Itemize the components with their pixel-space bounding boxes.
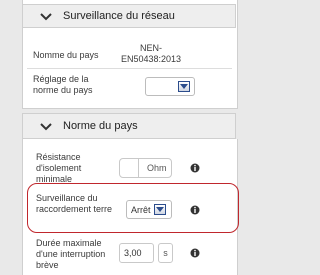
country-setting-label: Réglage de la norme du pays bbox=[33, 74, 93, 95]
max-interruption-label: Durée maximale d'une interruption brève bbox=[36, 238, 106, 270]
network-monitoring-header[interactable]: Surveillance du réseau bbox=[22, 4, 236, 28]
chevron-down-icon[interactable] bbox=[39, 10, 53, 24]
country-name-label: Nomme du pays bbox=[33, 50, 99, 60]
chevron-down-icon[interactable] bbox=[39, 120, 53, 134]
divider bbox=[27, 68, 232, 69]
insulation-label: Résistance d'isolement minimale bbox=[36, 152, 82, 184]
info-icon[interactable] bbox=[190, 163, 200, 173]
info-icon[interactable] bbox=[190, 248, 200, 258]
country-name-value: NEN-EN50438:2013 bbox=[120, 43, 182, 64]
country-setting-select[interactable] bbox=[145, 77, 195, 96]
insulation-input[interactable]: Ohm bbox=[119, 158, 172, 178]
insulation-unit: Ohm bbox=[147, 163, 167, 173]
separator bbox=[138, 159, 139, 177]
earth-monitoring-label: Surveillance du raccordement terre bbox=[36, 193, 113, 214]
earth-monitoring-value: Arrêt bbox=[131, 205, 151, 215]
max-interruption-unit: s bbox=[158, 243, 173, 263]
screen: Surveillance du réseau Nomme du pays NEN… bbox=[0, 0, 250, 275]
country-standard-header[interactable]: Norme du pays bbox=[22, 113, 236, 139]
earth-monitoring-select[interactable]: Arrêt bbox=[126, 200, 172, 219]
dropdown-arrow-icon[interactable] bbox=[154, 204, 166, 215]
info-icon[interactable] bbox=[190, 205, 200, 215]
max-interruption-input[interactable]: 3,00 bbox=[119, 243, 154, 263]
country-standard-title: Norme du pays bbox=[63, 120, 138, 132]
dropdown-arrow-icon[interactable] bbox=[178, 81, 190, 92]
network-monitoring-title: Surveillance du réseau bbox=[63, 10, 175, 22]
